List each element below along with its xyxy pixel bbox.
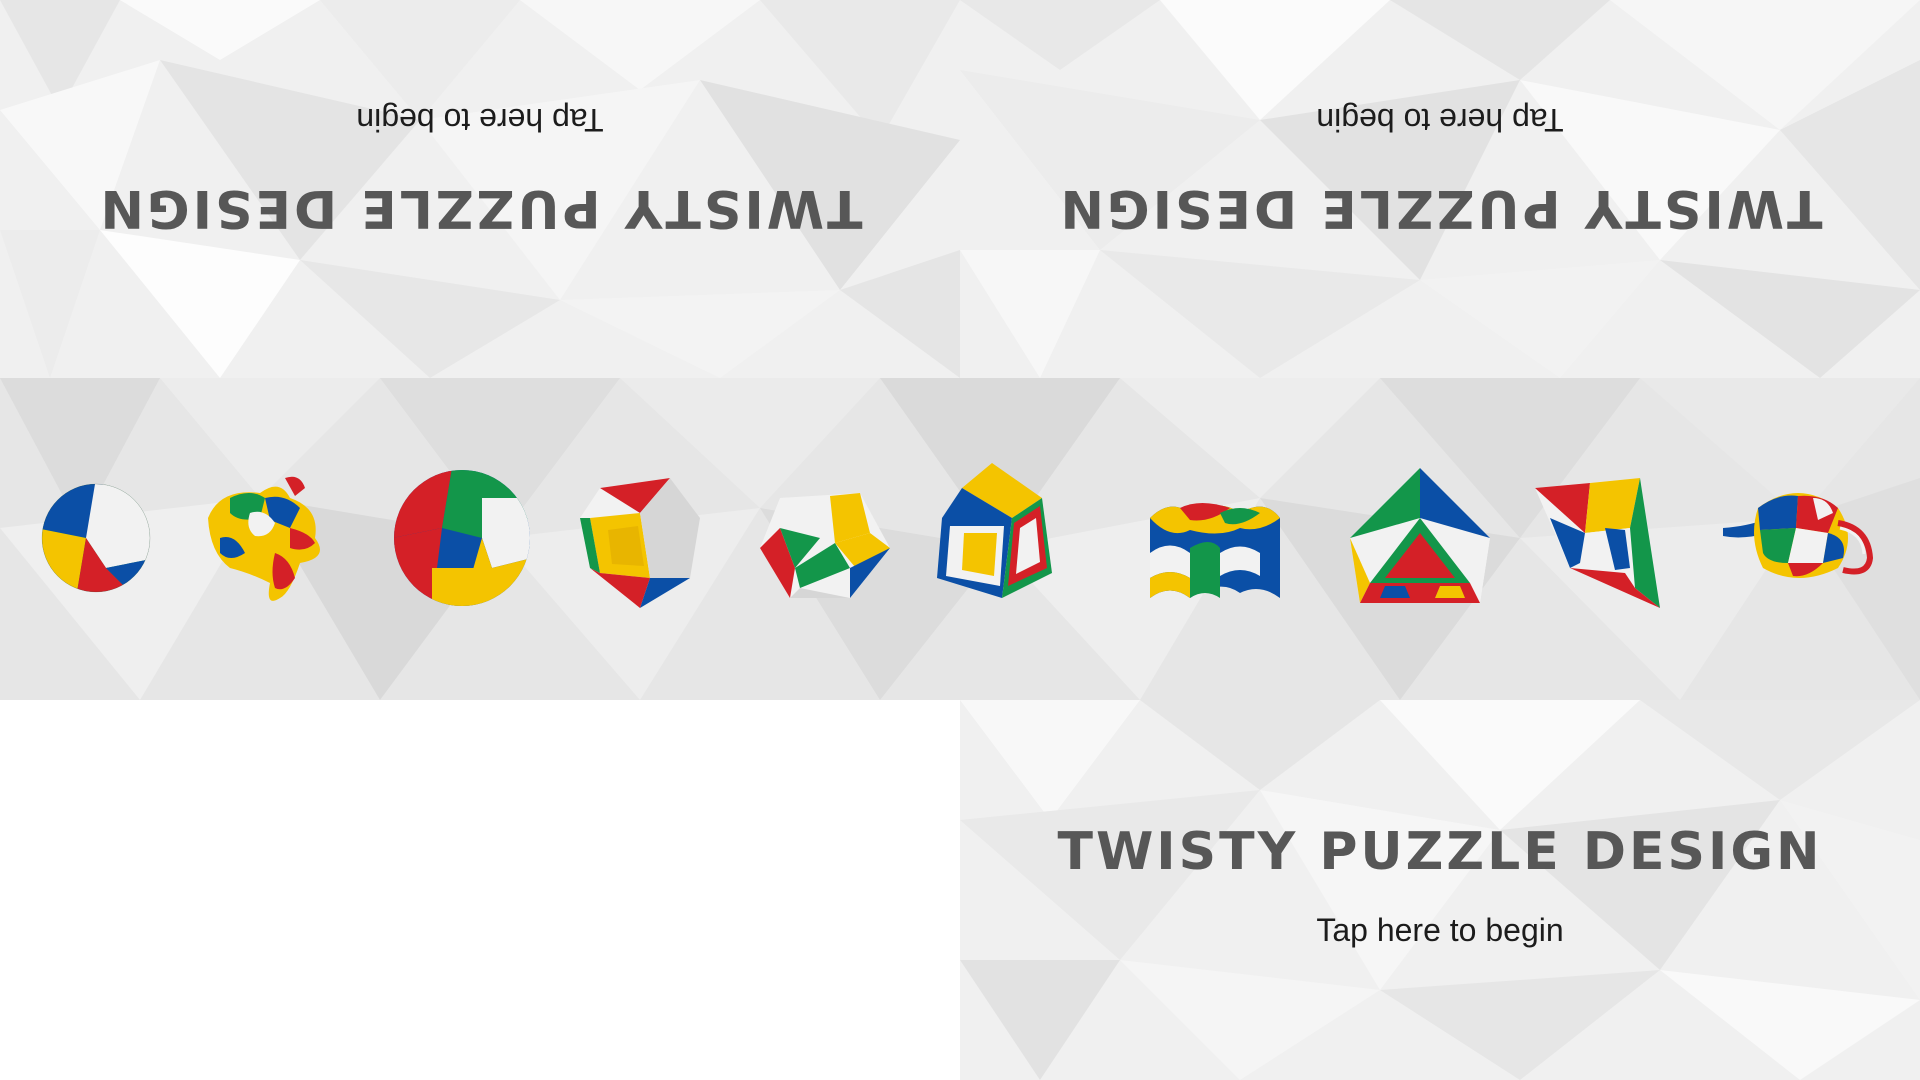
bunny-puzzle[interactable]	[190, 458, 350, 618]
bottom-right-start-panel: TWISTY PUZZLE DESIGN Tap here to begin	[960, 700, 1920, 1080]
app-title: TWISTY PUZZLE DESIGN	[1057, 822, 1823, 882]
tap-to-begin-zone[interactable]: TWISTY PUZZLE DESIGN Tap here to begin	[960, 700, 1920, 1080]
tetrahedron-puzzle[interactable]	[1530, 458, 1690, 618]
app-title: TWISTY PUZZLE DESIGN	[1057, 178, 1823, 238]
octahedron-puzzle[interactable]	[1340, 458, 1500, 618]
top-left-start-panel: Tap here to begin TWISTY PUZZLE DESIGN	[0, 0, 960, 378]
cube-puzzle[interactable]	[922, 458, 1082, 618]
tap-to-begin-label: Tap here to begin	[1316, 102, 1564, 138]
teapot-puzzle[interactable]	[1718, 458, 1878, 618]
tap-to-begin-zone-flipped-left[interactable]: Tap here to begin TWISTY PUZZLE DESIGN	[0, 0, 960, 378]
top-right-start-panel: Tap here to begin TWISTY PUZZLE DESIGN	[960, 0, 1920, 378]
sphere-puzzle-small[interactable]	[16, 458, 176, 618]
tap-to-begin-label: Tap here to begin	[1316, 912, 1564, 948]
bottom-left-blank-area	[0, 700, 960, 1080]
dodecahedron-puzzle[interactable]	[740, 458, 900, 618]
tap-to-begin-zone-flipped-right[interactable]: Tap here to begin TWISTY PUZZLE DESIGN	[960, 0, 1920, 378]
sphere-puzzle-large[interactable]	[382, 458, 542, 618]
puzzle-carousel	[0, 378, 1920, 700]
tap-to-begin-label: Tap here to begin	[356, 102, 604, 138]
rhombic-cube-puzzle[interactable]	[560, 458, 720, 618]
app-title: TWISTY PUZZLE DESIGN	[97, 178, 863, 238]
wavy-cylinder-puzzle[interactable]	[1130, 458, 1290, 618]
